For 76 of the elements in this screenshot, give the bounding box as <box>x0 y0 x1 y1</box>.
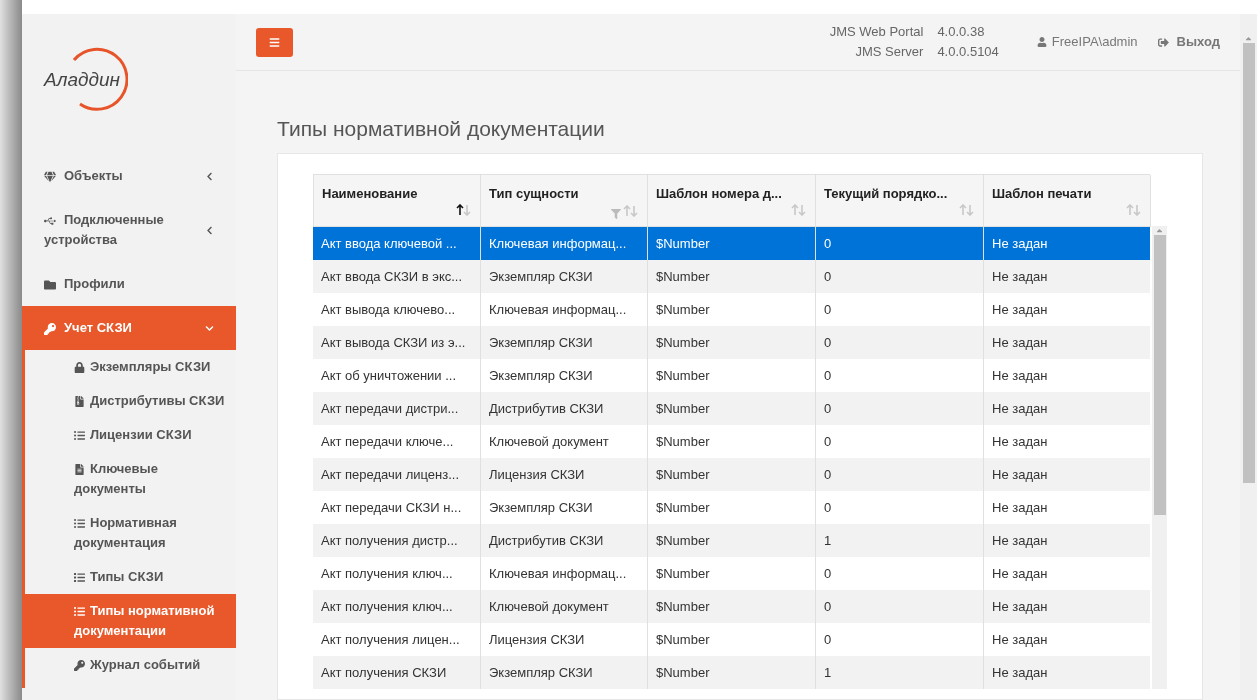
column-header[interactable]: Шаблон номера д... <box>648 175 816 227</box>
table-cell-text: Акт получения лицен... <box>320 630 461 649</box>
sidebar-subitem[interactable]: Ключевые документы <box>25 452 236 506</box>
table-cell: 1 <box>815 656 983 689</box>
version-label: JMS Server <box>854 43 924 61</box>
key-icon <box>74 660 85 672</box>
table-scrollbar[interactable] <box>1152 226 1167 689</box>
key-icon <box>44 322 56 335</box>
table-row[interactable]: Акт вывода СКЗИ из э... Экземпляр СКЗИ $Number 0 Не задан <box>313 326 1150 359</box>
sidebar-subitem[interactable]: Типы нормативной документации <box>25 594 236 648</box>
sidebar-item[interactable]: Профили <box>22 262 236 306</box>
table-cell-text: Акт ввода СКЗИ в экс... <box>320 267 464 286</box>
table-row[interactable]: Акт получения СКЗИ Экземпляр СКЗИ $Number 1 Не задан <box>313 656 1150 689</box>
table-row[interactable]: Акт получения ключ... Ключевой документ $Number 0 Не задан <box>313 590 1150 623</box>
sidebar-item[interactable]: Объекты <box>22 154 236 198</box>
diamond-icon <box>44 170 56 183</box>
column-header[interactable]: Наименование <box>314 175 481 227</box>
document-icon <box>74 464 85 476</box>
table-cell-text: Акт передачи СКЗИ н... <box>320 498 463 517</box>
list-icon <box>74 606 85 618</box>
table-cell-text: Акт передачи лиценз... <box>320 465 461 484</box>
list-icon <box>74 572 85 584</box>
menu-button[interactable] <box>256 27 293 57</box>
table-cell-text: Акт об уничтожении ... <box>320 366 458 385</box>
table-cell: Экземпляр СКЗИ <box>480 656 647 689</box>
menu-icon <box>269 36 280 48</box>
scroll-up-icon[interactable] <box>1155 226 1164 235</box>
user-link[interactable]: FreeIPA\admin <box>1036 32 1138 52</box>
sidebar-subitem[interactable]: Типы СКЗИ <box>25 560 236 594</box>
column-header[interactable]: Тип сущности <box>481 175 648 227</box>
table-cell-text: Акт получения ключ... <box>320 597 454 616</box>
sidebar-subitem[interactable]: Экземпляры СКЗИ <box>25 350 236 384</box>
lock-icon <box>74 362 85 374</box>
logout-link[interactable]: Выход <box>1157 32 1220 52</box>
table-cell: Не задан <box>983 656 1150 689</box>
table-cell-text: Акт передачи ключе... <box>320 432 455 451</box>
chevron-left-icon <box>205 171 214 181</box>
usb-icon <box>44 214 56 227</box>
table-row[interactable]: Акт ввода СКЗИ в экс... Экземпляр СКЗИ $Number 0 Не задан <box>313 260 1150 293</box>
version-value: 4.0.0.5104 <box>937 43 999 61</box>
sidebar-item[interactable]: Учет СКЗИ <box>22 306 236 350</box>
table-cell-text: Акт вывода СКЗИ из э... <box>320 333 467 352</box>
filter-icon[interactable] <box>611 208 621 219</box>
column-header[interactable]: Текущий порядко... <box>816 175 984 227</box>
table-cell: $Number <box>647 656 815 689</box>
sort-icon[interactable] <box>456 204 472 216</box>
table-row[interactable]: Акт передачи лиценз... Лицензия СКЗИ $Number 0 Не задан <box>313 458 1150 491</box>
list-icon <box>74 518 85 530</box>
table-cell-text: Акт ввода ключевой ... <box>320 234 458 253</box>
column-header[interactable]: Шаблон печати <box>984 175 1151 227</box>
scroll-up-icon[interactable] <box>1244 34 1253 43</box>
sidebar-subitem[interactable]: Дистрибутивы СКЗИ <box>25 384 236 418</box>
table-cell-text: Акт получения дистр... <box>320 531 459 550</box>
page-scrollbar[interactable] <box>1240 14 1257 700</box>
chevron-down-icon <box>205 323 214 333</box>
table-row[interactable]: Акт передачи дистри... Дистрибутив СКЗИ $Number 0 Не задан <box>313 392 1150 425</box>
folder-icon <box>44 278 56 291</box>
archive-file-icon <box>74 396 85 408</box>
table-cell-text: Акт получения СКЗИ <box>320 663 448 682</box>
table-cell-text: Акт вывода ключево... <box>320 300 457 319</box>
version-value: 4.0.0.38 <box>937 23 986 41</box>
version-label: JMS Web Portal <box>829 23 924 41</box>
logo: Аладдин <box>44 40 134 120</box>
table-row[interactable]: Акт получения дистр... Дистрибутив СКЗИ $Number 1 Не задан <box>313 524 1150 557</box>
table-cell-text: Акт получения ключ... <box>320 564 454 583</box>
chevron-left-icon <box>205 225 214 235</box>
logout-icon <box>1157 36 1169 48</box>
user-icon <box>1036 37 1047 47</box>
sidebar-subitem[interactable]: Лицензии СКЗИ <box>25 418 236 452</box>
sidebar-subitem[interactable]: Журнал событий <box>25 648 236 682</box>
table-row[interactable]: Акт ввода ключевой ... Ключевая информац... $Number 0 Не задан <box>313 227 1150 260</box>
sidebar-subitem[interactable]: Нормативная документация <box>25 506 236 560</box>
list-icon <box>74 430 85 442</box>
page-title: Типы нормативной документации <box>277 116 606 142</box>
table-cell-text: Акт передачи дистри... <box>320 399 460 418</box>
sidebar-item[interactable]: Подключенные устройства <box>22 198 236 262</box>
